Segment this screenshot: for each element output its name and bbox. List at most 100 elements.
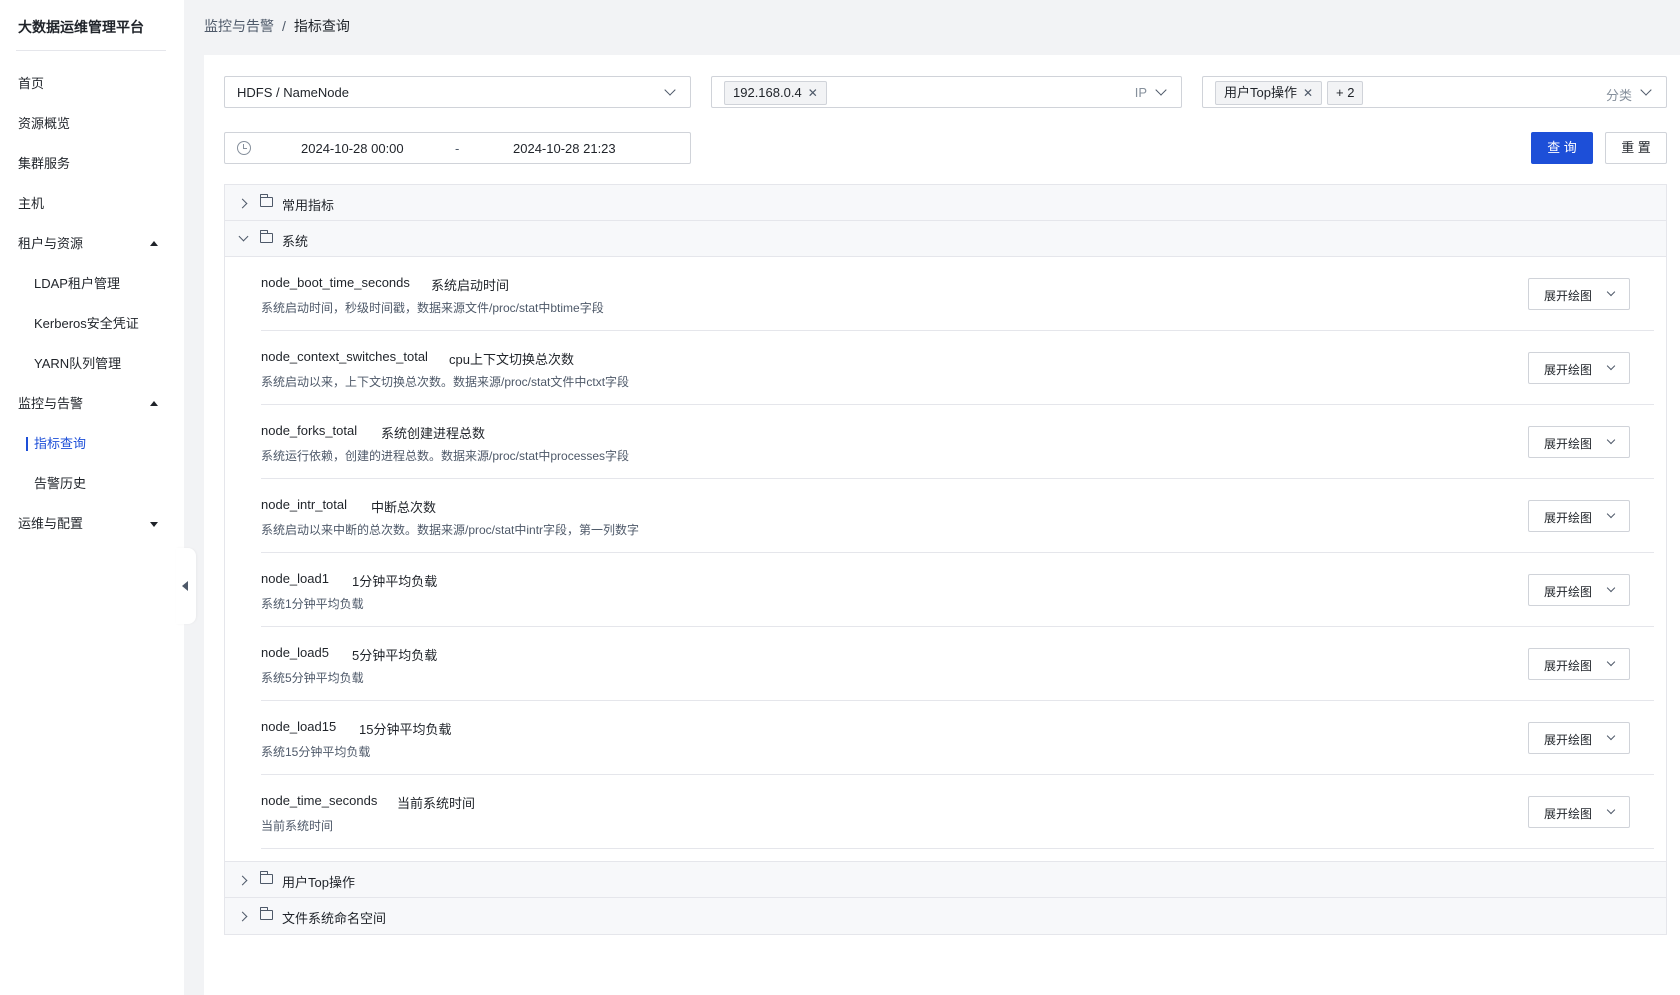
folder-open-icon: [259, 230, 273, 243]
expand-chart-button[interactable]: 展开绘图: [1528, 574, 1630, 606]
metric-title: 15分钟平均负载: [359, 722, 452, 737]
group-fs-namespace[interactable]: 文件系统命名空间: [225, 898, 1666, 934]
metric-title: 系统启动时间: [431, 278, 510, 293]
metric-row: node_boot_time_seconds 系统启动时间 系统启动时间，秒级时…: [261, 257, 1654, 331]
folder-icon: [259, 907, 273, 920]
sidebar-item-monitoring-alerts[interactable]: 监控与告警: [0, 384, 184, 424]
collapse-left-icon: [182, 581, 188, 591]
expand-chart-label: 展开绘图: [1544, 585, 1593, 599]
metric-title: 1分钟平均负载: [352, 574, 438, 589]
chevron-down-icon: [1606, 361, 1616, 371]
metric-desc: 系统1分钟平均负载: [261, 597, 364, 611]
group-label: 用户Top操作: [282, 875, 355, 890]
metric-row: node_intr_total 中断总次数 系统启动以来中断的总次数。数据来源/…: [261, 479, 1654, 553]
close-icon[interactable]: ✕: [1303, 86, 1313, 100]
sidebar-item-label: Kerberos安全凭证: [34, 316, 139, 331]
sidebar-item-ops-config[interactable]: 运维与配置: [0, 504, 184, 544]
group-user-top-ops[interactable]: 用户Top操作: [225, 862, 1666, 898]
chevron-down-icon: [1606, 287, 1616, 297]
sidebar-item-yarn-queues[interactable]: YARN队列管理: [0, 344, 184, 384]
sidebar-item-label: 集群服务: [18, 156, 71, 171]
sidebar-item-alert-history[interactable]: 告警历史: [0, 464, 184, 504]
chevron-down-icon: [1606, 583, 1616, 593]
breadcrumb: 监控与告警 / 指标查询: [204, 16, 350, 36]
close-icon[interactable]: ✕: [808, 86, 818, 100]
sidebar-item-resource-overview[interactable]: 资源概览: [0, 104, 184, 144]
sidebar-item-label: 监控与告警: [18, 396, 84, 411]
metric-row: node_load15 15分钟平均负载 系统15分钟平均负载 展开绘图: [261, 701, 1654, 775]
date-end[interactable]: 2024-10-28 21:23: [513, 141, 616, 156]
chevron-down-icon: [1155, 84, 1167, 96]
expand-chart-button[interactable]: 展开绘图: [1528, 796, 1630, 828]
folder-icon: [259, 871, 273, 884]
breadcrumb-parent[interactable]: 监控与告警: [204, 18, 274, 34]
category-select[interactable]: 用户Top操作 ✕ + 2 分类: [1202, 76, 1667, 108]
expand-chart-button[interactable]: 展开绘图: [1528, 352, 1630, 384]
metric-desc: 当前系统时间: [261, 819, 334, 833]
date-start[interactable]: 2024-10-28 00:00: [301, 141, 404, 156]
sidebar-item-metric-query[interactable]: 指标查询: [0, 424, 184, 464]
chevron-down-icon: [1640, 84, 1652, 96]
chevron-down-icon: [238, 231, 249, 242]
sidebar-item-label: LDAP租户管理: [34, 276, 120, 291]
date-range-picker[interactable]: 2024-10-28 00:00 - 2024-10-28 21:23: [224, 132, 691, 164]
sidebar-item-cluster-services[interactable]: 集群服务: [0, 144, 184, 184]
metric-tree: 常用指标 系统 node_boot_time_seconds 系统启动时间 系统…: [224, 184, 1667, 935]
app-title: 大数据运维管理平台: [18, 19, 144, 35]
ip-tag: 192.168.0.4 ✕: [724, 81, 827, 105]
ip-tag-label: 192.168.0.4: [733, 85, 802, 100]
metric-row: node_load1 1分钟平均负载 系统1分钟平均负载 展开绘图: [261, 553, 1654, 627]
category-more-tag: + 2: [1327, 81, 1364, 105]
ip-select-suffix: IP: [1134, 85, 1147, 100]
query-button[interactable]: 查 询: [1531, 132, 1593, 164]
chevron-down-icon: [1606, 509, 1616, 519]
chevron-down-icon: [1606, 435, 1616, 445]
expand-chart-label: 展开绘图: [1544, 511, 1593, 525]
metric-name: node_load5: [261, 645, 329, 660]
sidebar-item-home[interactable]: 首页: [0, 64, 184, 104]
group-system[interactable]: 系统: [225, 221, 1666, 257]
group-label: 常用指标: [282, 198, 335, 213]
chevron-right-icon: [237, 875, 248, 886]
metric-title: 当前系统时间: [397, 796, 476, 811]
expand-chart-label: 展开绘图: [1544, 363, 1593, 377]
expand-chart-button[interactable]: 展开绘图: [1528, 722, 1630, 754]
sidebar-item-kerberos[interactable]: Kerberos安全凭证: [0, 304, 184, 344]
sidebar-item-label: 指标查询: [34, 436, 87, 451]
expand-chart-label: 展开绘图: [1544, 437, 1593, 451]
group-common-metrics[interactable]: 常用指标: [225, 185, 1666, 221]
component-select[interactable]: HDFS / NameNode: [224, 76, 691, 108]
sidebar-item-label: 运维与配置: [18, 516, 84, 531]
expand-chart-button[interactable]: 展开绘图: [1528, 426, 1630, 458]
metric-row: node_forks_total 系统创建进程总数 系统运行依赖，创建的进程总数…: [261, 405, 1654, 479]
expand-chart-button[interactable]: 展开绘图: [1528, 648, 1630, 680]
breadcrumb-separator: /: [282, 18, 286, 34]
expand-chart-label: 展开绘图: [1544, 289, 1593, 303]
expand-chart-label: 展开绘图: [1544, 807, 1593, 821]
metric-title: 5分钟平均负载: [352, 648, 438, 663]
sidebar-item-tenants-resources[interactable]: 租户与资源: [0, 224, 184, 264]
metric-title: 中断总次数: [371, 500, 437, 515]
clock-icon: [237, 141, 251, 155]
metric-desc: 系统启动以来中断的总次数。数据来源/proc/stat中intr字段，第一列数字: [261, 523, 640, 537]
component-select-value: HDFS / NameNode: [237, 85, 349, 100]
category-tag: 用户Top操作 ✕: [1215, 81, 1323, 105]
sidebar-item-hosts[interactable]: 主机: [0, 184, 184, 224]
metric-title: cpu上下文切换总次数: [449, 352, 574, 367]
sidebar-item-ldap-tenants[interactable]: LDAP租户管理: [0, 264, 184, 304]
sidebar-collapse-button[interactable]: [176, 548, 196, 624]
metric-desc: 系统15分钟平均负载: [261, 745, 371, 759]
sidebar-item-label: 主机: [18, 196, 45, 211]
group-label: 系统: [282, 234, 309, 249]
breadcrumb-current: 指标查询: [293, 18, 350, 34]
sidebar-item-label: YARN队列管理: [34, 356, 122, 371]
metric-name: node_load1: [261, 571, 329, 586]
expand-chart-button[interactable]: 展开绘图: [1528, 500, 1630, 532]
chevron-down-icon: [1606, 805, 1616, 815]
expand-chart-button[interactable]: 展开绘图: [1528, 278, 1630, 310]
sidebar-item-label: 首页: [18, 76, 45, 91]
sidebar-item-label: 告警历史: [34, 476, 87, 491]
ip-select[interactable]: 192.168.0.4 ✕ IP: [711, 76, 1182, 108]
metric-name: node_time_seconds: [261, 793, 378, 808]
reset-button[interactable]: 重 置: [1605, 132, 1667, 164]
